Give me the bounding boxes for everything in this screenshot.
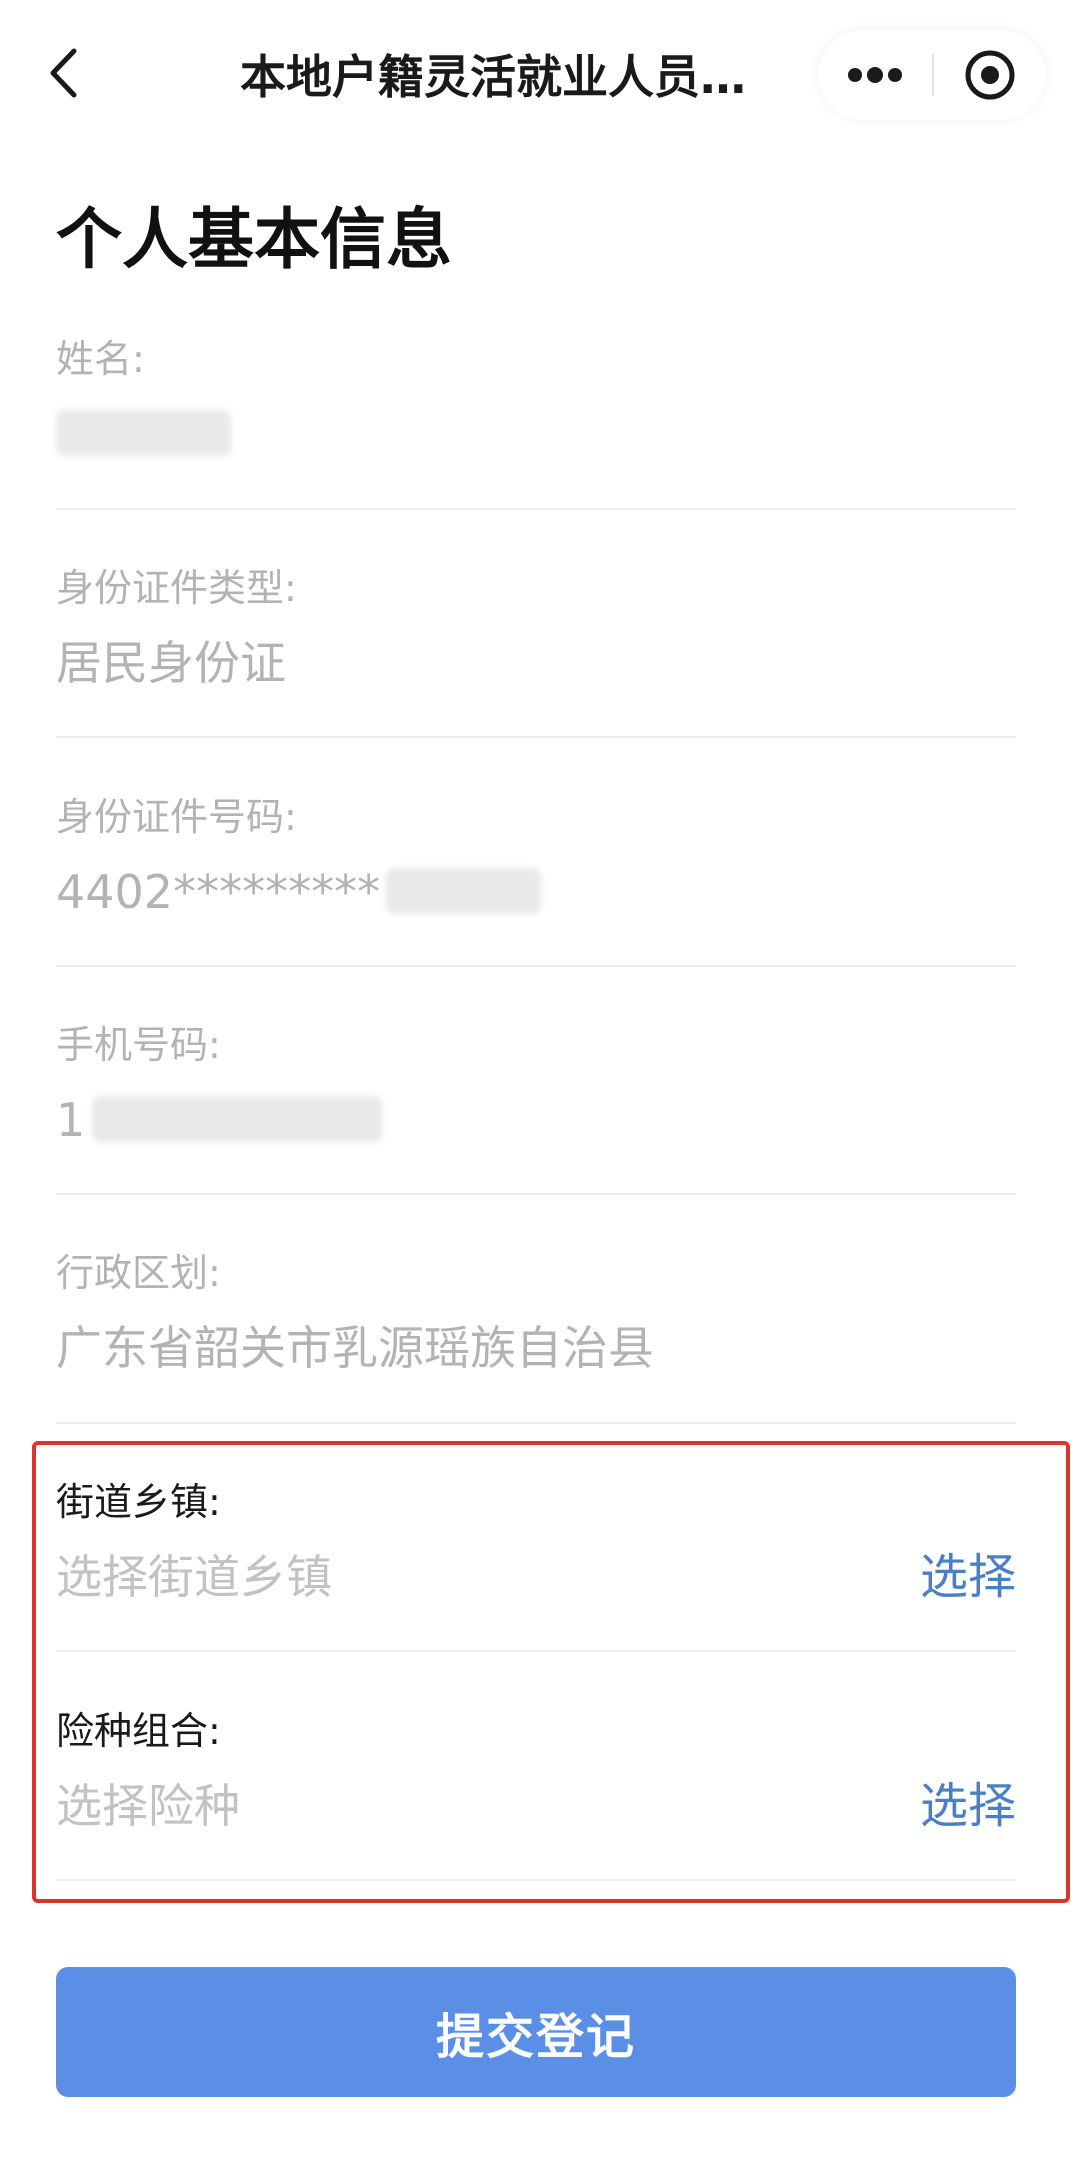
region-value: 广东省韶关市乳源瑶族自治县 bbox=[56, 1321, 654, 1375]
submit-button[interactable]: 提交登记 bbox=[56, 1967, 1016, 2097]
id-type-field: 身份证件类型: 居民身份证 bbox=[56, 563, 1016, 703]
id-number-value: 4402********* bbox=[56, 865, 381, 919]
close-button[interactable] bbox=[934, 30, 1046, 120]
name-label: 姓名: bbox=[56, 337, 145, 381]
phone-label: 手机号码: bbox=[56, 1023, 221, 1067]
name-redaction bbox=[56, 410, 231, 456]
insurance-select-button[interactable]: 选择 bbox=[920, 1776, 1016, 1836]
id-number-label: 身份证件号码: bbox=[56, 795, 297, 839]
id-type-value: 居民身份证 bbox=[56, 636, 286, 690]
divider bbox=[56, 1422, 1016, 1424]
street-placeholder[interactable]: 选择街道乡镇 bbox=[56, 1547, 332, 1607]
insurance-field[interactable]: 险种组合: 选择险种 选择 bbox=[56, 1706, 1016, 1846]
divider bbox=[56, 508, 1016, 510]
divider bbox=[56, 965, 1016, 967]
target-circle-icon bbox=[965, 50, 1015, 100]
region-field: 行政区划: 广东省韶关市乳源瑶族自治县 bbox=[56, 1248, 1016, 1388]
phone-field: 手机号码: 1 bbox=[56, 1020, 1016, 1160]
street-field[interactable]: 街道乡镇: 选择街道乡镇 选择 bbox=[56, 1477, 1016, 1617]
mini-program-capsule bbox=[818, 30, 1046, 120]
divider bbox=[56, 1193, 1016, 1195]
nav-title: 本地户籍灵活就业人员… bbox=[240, 50, 746, 104]
street-label: 街道乡镇: bbox=[56, 1480, 221, 1524]
phone-value: 1 bbox=[56, 1093, 86, 1147]
insurance-placeholder[interactable]: 选择险种 bbox=[56, 1776, 240, 1836]
chevron-left-icon bbox=[50, 48, 77, 98]
street-select-button[interactable]: 选择 bbox=[920, 1547, 1016, 1607]
divider bbox=[56, 736, 1016, 738]
divider bbox=[56, 1879, 1016, 1881]
region-label: 行政区划: bbox=[56, 1251, 221, 1295]
page-title: 个人基本信息 bbox=[56, 201, 452, 278]
divider bbox=[56, 1650, 1016, 1652]
more-dots-icon bbox=[848, 67, 902, 83]
id-number-field: 身份证件号码: 4402********* bbox=[56, 792, 1016, 932]
back-button[interactable] bbox=[38, 38, 88, 108]
registration-page: 本地户籍灵活就业人员… 个人基本信息 姓名: 身份证件类型: 居民身份证 身份证… bbox=[0, 0, 1080, 2175]
insurance-label: 险种组合: bbox=[56, 1709, 221, 1753]
more-button[interactable] bbox=[818, 30, 932, 120]
id-type-label: 身份证件类型: bbox=[56, 566, 297, 610]
phone-redaction bbox=[92, 1096, 382, 1142]
name-field: 姓名: bbox=[56, 334, 1016, 474]
id-number-redaction bbox=[386, 868, 541, 914]
navigation-bar: 本地户籍灵活就业人员… bbox=[0, 0, 1080, 150]
